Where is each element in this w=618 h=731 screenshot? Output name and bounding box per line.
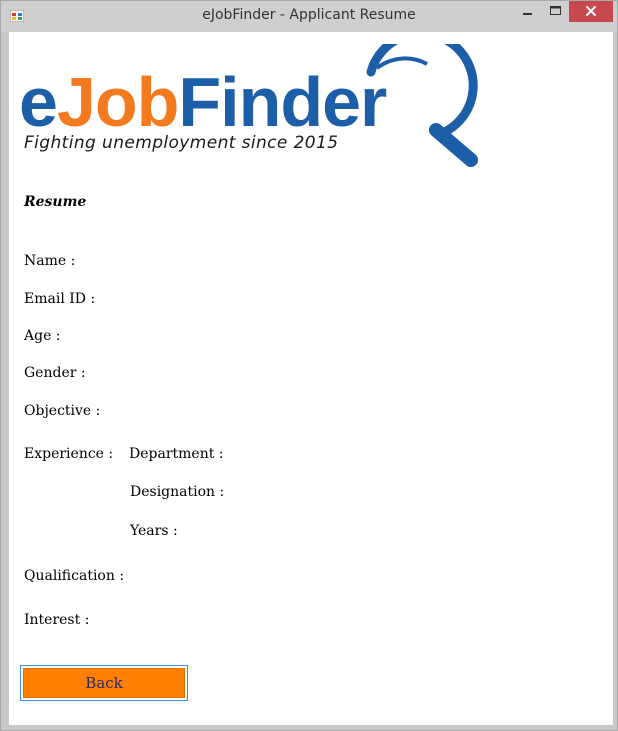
back-button-label: Back bbox=[23, 668, 185, 698]
department-label: Department : bbox=[129, 446, 224, 462]
age-label: Age : bbox=[24, 328, 61, 344]
maximize-button[interactable] bbox=[542, 1, 569, 22]
back-button[interactable]: Back bbox=[20, 665, 188, 701]
maximize-icon bbox=[550, 6, 561, 15]
minimize-icon bbox=[523, 13, 532, 15]
close-icon bbox=[586, 6, 596, 16]
name-label: Name : bbox=[24, 253, 76, 269]
svg-text:eJobFinder: eJobFinder bbox=[19, 63, 387, 141]
gender-label: Gender : bbox=[24, 365, 86, 381]
minimize-button[interactable] bbox=[513, 1, 542, 22]
resume-heading: Resume bbox=[24, 194, 87, 210]
resume-panel: eJobFinder Fighting unemployment since 2… bbox=[9, 32, 613, 725]
email-label: Email ID : bbox=[24, 291, 96, 307]
objective-label: Objective : bbox=[24, 403, 101, 419]
experience-label: Experience : bbox=[24, 446, 114, 462]
interest-label: Interest : bbox=[24, 612, 90, 628]
qualification-label: Qualification : bbox=[24, 568, 125, 584]
title-bar[interactable]: eJobFinder - Applicant Resume bbox=[1, 1, 617, 32]
designation-label: Designation : bbox=[130, 484, 225, 500]
years-label: Years : bbox=[130, 523, 178, 539]
close-button[interactable] bbox=[569, 1, 613, 22]
app-window: eJobFinder - Applicant Resume eJobFinder bbox=[0, 0, 618, 731]
magnifier-icon bbox=[366, 44, 478, 167]
tagline: Fighting unemployment since 2015 bbox=[24, 133, 339, 153]
